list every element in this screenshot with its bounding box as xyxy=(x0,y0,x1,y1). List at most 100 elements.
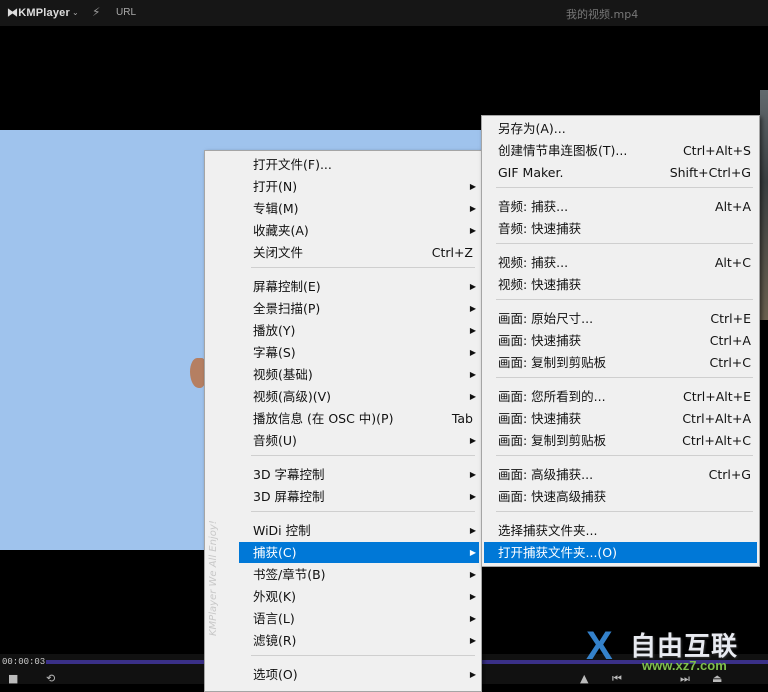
menu-item-label: 画面: 快速捕获 xyxy=(498,411,582,426)
submenu-arrow-icon: ▶ xyxy=(469,670,476,679)
submenu-arrow-icon: ▶ xyxy=(469,614,476,623)
menu-sidebar-text: KMPlayer We All Enjoy! xyxy=(208,520,219,636)
menu-item-label: 画面: 您所看到的... xyxy=(498,389,606,404)
menu-item[interactable]: 屏幕控制(E) ▶ xyxy=(239,276,479,297)
menu-item[interactable]: 画面: 快速捕获 Ctrl+Alt+A xyxy=(484,408,757,429)
submenu-arrow-icon: ▶ xyxy=(469,370,476,379)
title-bar: ⧓KMPlayer ⌄ ⚡ URL 我的视频.mp4 xyxy=(0,0,768,26)
menu-item[interactable]: 视频(基础) ▶ xyxy=(239,364,479,385)
submenu-arrow-icon: ▶ xyxy=(469,392,476,401)
menu-item[interactable]: 音频: 捕获... Alt+A xyxy=(484,196,757,217)
menu-item[interactable]: 打开文件(F)... xyxy=(239,154,479,175)
menu-item-label: 收藏夹(A) xyxy=(253,223,309,238)
menu-item-label: 音频(U) xyxy=(253,433,297,448)
menu-item-shortcut: Alt+C xyxy=(714,255,751,270)
menu-item[interactable]: 打开(N) ▶ xyxy=(239,176,479,197)
menu-separator xyxy=(496,187,753,188)
menu-item[interactable]: 音频(U) ▶ xyxy=(239,430,479,451)
menu-item-shortcut: Tab xyxy=(451,411,473,426)
repeat-icon[interactable]: ⟲ xyxy=(46,672,55,685)
menu-item[interactable]: 专辑(M) ▶ xyxy=(239,198,479,219)
menu-item-label: 滤镜(R) xyxy=(253,633,297,648)
menu-item-shortcut: Ctrl+E xyxy=(710,311,751,326)
menu-item[interactable]: 画面: 快速高级捕获 xyxy=(484,486,757,507)
context-menu: 打开文件(F)... 打开(N) ▶ 专辑(M) ▶ 收藏夹(A) ▶ 关闭文件 Ctrl+Z 屏… xyxy=(204,150,482,692)
submenu-arrow-icon: ▶ xyxy=(469,492,476,501)
menu-item-label: 3D 屏幕控制 xyxy=(253,489,325,504)
stop-icon[interactable]: ■ xyxy=(8,672,18,685)
menu-item-label: 捕获(C) xyxy=(253,545,297,560)
submenu-arrow-icon: ▶ xyxy=(469,636,476,645)
menu-item[interactable]: 视频: 快速捕获 xyxy=(484,274,757,295)
menu-item[interactable]: 视频(高级)(V) ▶ xyxy=(239,386,479,407)
menu-separator xyxy=(251,655,475,656)
menu-item[interactable]: GIF Maker. Shift+Ctrl+G xyxy=(484,162,757,183)
menu-item[interactable]: 外观(K) ▶ xyxy=(239,586,479,607)
menu-item-label: 视频: 快速捕获 xyxy=(498,277,582,292)
menu-item-label: 音频: 捕获... xyxy=(498,199,569,214)
menu-item[interactable]: 播放(Y) ▶ xyxy=(239,320,479,341)
menu-separator xyxy=(496,377,753,378)
menu-item-label: 字幕(S) xyxy=(253,345,296,360)
menu-item-label: 视频: 捕获... xyxy=(498,255,569,270)
menu-item-label: 另存为(A)... xyxy=(498,121,566,136)
menu-item[interactable]: 画面: 高级捕获... Ctrl+G xyxy=(484,464,757,485)
menu-item-label: 全景扫描(P) xyxy=(253,301,321,316)
menu-item[interactable]: 画面: 原始尺寸... Ctrl+E xyxy=(484,308,757,329)
watermark: X 自由互联 www.xz7.com xyxy=(586,624,766,680)
menu-item-label: 播放信息 (在 OSC 中)(P) xyxy=(253,411,394,426)
menu-item[interactable]: 捕获(C) ▶ xyxy=(239,542,479,563)
menu-item[interactable]: 选择捕获文件夹... xyxy=(484,520,757,541)
menu-item[interactable]: 关闭文件 Ctrl+Z xyxy=(239,242,479,263)
menu-item-label: 视频(基础) xyxy=(253,367,313,382)
menu-item-shortcut: Ctrl+C xyxy=(709,355,751,370)
menu-item[interactable]: 音频: 快速捕获 xyxy=(484,218,757,239)
menu-item[interactable]: 视频: 捕获... Alt+C xyxy=(484,252,757,273)
url-button[interactable]: URL xyxy=(116,7,136,18)
watermark-logo-icon: X xyxy=(586,624,613,668)
submenu-arrow-icon: ▶ xyxy=(469,436,476,445)
menu-item-label: 3D 字幕控制 xyxy=(253,467,325,482)
menu-separator xyxy=(496,455,753,456)
menu-item[interactable]: 全景扫描(P) ▶ xyxy=(239,298,479,319)
menu-separator xyxy=(251,267,475,268)
menu-item-label: 播放(Y) xyxy=(253,323,296,338)
menu-item-label: 打开捕获文件夹...(O) xyxy=(498,545,618,560)
menu-item-label: 屏幕控制(E) xyxy=(253,279,321,294)
submenu-arrow-icon: ▶ xyxy=(469,348,476,357)
submenu-arrow-icon: ▶ xyxy=(469,304,476,313)
menu-item[interactable]: 3D 屏幕控制 ▶ xyxy=(239,486,479,507)
menu-item-shortcut: Ctrl+Alt+S xyxy=(682,143,751,158)
submenu-arrow-icon: ▶ xyxy=(469,326,476,335)
menu-item[interactable]: 画面: 复制到剪贴板 Ctrl+Alt+C xyxy=(484,430,757,451)
menu-item[interactable]: 播放信息 (在 OSC 中)(P) Tab xyxy=(239,408,479,429)
menu-item[interactable]: 选项(O) ▶ xyxy=(239,664,479,685)
menu-item[interactable]: 语言(L) ▶ xyxy=(239,608,479,629)
submenu-arrow-icon: ▶ xyxy=(469,470,476,479)
kmplayer-logo-icon: ⧓ xyxy=(7,7,19,19)
menu-item-label: 专辑(M) xyxy=(253,201,299,216)
menu-item-label: 音频: 快速捕获 xyxy=(498,221,582,236)
menu-item[interactable]: 另存为(A)... xyxy=(484,118,757,139)
menu-item[interactable]: 画面: 您所看到的... Ctrl+Alt+E xyxy=(484,386,757,407)
submenu-arrow-icon: ▶ xyxy=(469,226,476,235)
menu-item[interactable]: 创建情节串连图板(T)... Ctrl+Alt+S xyxy=(484,140,757,161)
menu-item[interactable]: 画面: 快速捕获 Ctrl+A xyxy=(484,330,757,351)
menu-item[interactable]: WiDi 控制 ▶ xyxy=(239,520,479,541)
menu-item-label: 书签/章节(B) xyxy=(253,567,326,582)
menu-item[interactable]: 书签/章节(B) ▶ xyxy=(239,564,479,585)
lightning-icon[interactable]: ⚡ xyxy=(92,5,100,19)
menu-separator xyxy=(496,511,753,512)
app-logo[interactable]: ⧓KMPlayer xyxy=(7,6,70,19)
menu-item[interactable]: 滤镜(R) ▶ xyxy=(239,630,479,651)
menu-item[interactable]: 3D 字幕控制 ▶ xyxy=(239,464,479,485)
background-window-edge xyxy=(760,90,768,320)
menu-item[interactable]: 收藏夹(A) ▶ xyxy=(239,220,479,241)
submenu-arrow-icon: ▶ xyxy=(469,526,476,535)
menu-item[interactable]: 字幕(S) ▶ xyxy=(239,342,479,363)
submenu-arrow-icon: ▶ xyxy=(469,570,476,579)
menu-item[interactable]: 打开捕获文件夹...(O) xyxy=(484,542,757,563)
menu-item-label: 画面: 复制到剪贴板 xyxy=(498,355,607,370)
chevron-down-icon[interactable]: ⌄ xyxy=(72,8,79,17)
menu-item[interactable]: 画面: 复制到剪贴板 Ctrl+C xyxy=(484,352,757,373)
